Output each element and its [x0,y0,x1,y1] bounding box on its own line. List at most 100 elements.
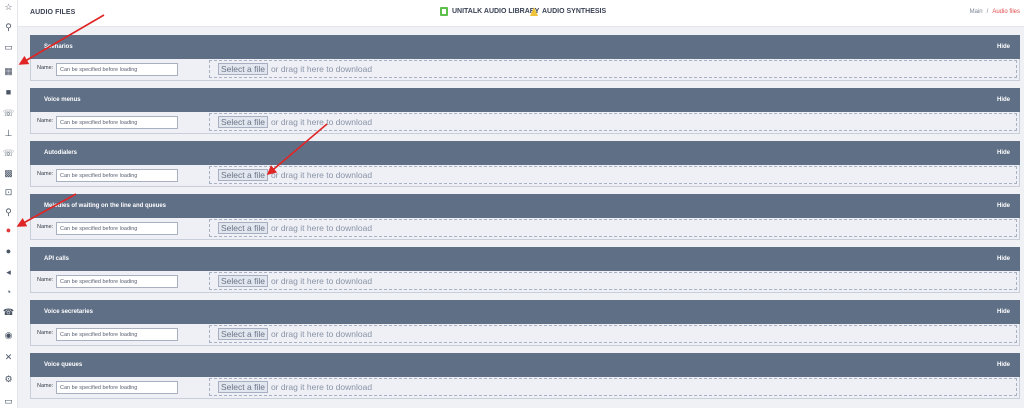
hide-button[interactable]: Hide [997,150,1010,156]
name-label: Name: [37,330,54,336]
hide-button[interactable]: Hide [997,97,1010,103]
section-api-calls: API calls Hide Name: Select a file or dr… [30,247,1020,293]
phone-forward-icon[interactable]: ☏ [3,108,14,119]
drop-text: or drag it here to download [270,329,373,339]
sidebar: ☆ ⚲ ▭ ▦ ■ ☏ ⊥ ☏ ▩ ⊡ ⚲ ● ● ◂ ◔ ☎ ◉ ✕ ⚙ ▭ [0,0,18,408]
name-label: Name: [37,171,54,177]
name-label: Name: [37,277,54,283]
upload-row: Name: Select a file or drag it here to d… [30,271,1020,293]
telephone-icon[interactable]: ☎ [3,307,14,318]
breadcrumb-separator: / [986,9,989,15]
section-title: Voice secretaries [44,309,93,315]
chat-square-icon[interactable]: ▭ [3,42,14,53]
hide-button[interactable]: Hide [997,203,1010,209]
section-header: Autodialers Hide [30,141,1020,165]
select-file-button[interactable]: Select a file [218,116,268,128]
section-autodialers: Autodialers Hide Name: Select a file or … [30,141,1020,187]
name-label: Name: [37,65,54,71]
drop-text: or drag it here to download [270,117,373,127]
window-icon[interactable]: ▭ [3,396,14,407]
section-title: Voice queues [44,362,83,368]
section-scenarios: Scenarios Hide Name: Select a file or dr… [30,35,1020,81]
unitalk-audio-library-link[interactable]: UNITALK AUDIO LIBRARY [440,7,539,16]
upload-row: Name: Select a file or drag it here to d… [30,324,1020,346]
section-header: Scenarios Hide [30,35,1020,59]
name-input[interactable] [56,169,178,182]
upload-row: Name: Select a file or drag it here to d… [30,112,1020,134]
select-file-button[interactable]: Select a file [218,222,268,234]
select-file-button[interactable]: Select a file [218,63,268,75]
breadcrumb: Main / Audio files [970,9,1020,15]
select-file-button[interactable]: Select a file [218,381,268,393]
drop-text: or drag it here to download [270,223,373,233]
tools-icon[interactable]: ✕ [3,352,14,363]
name-input[interactable] [56,275,178,288]
section-voice-menus: Voice menus Hide Name: Select a file or … [30,88,1020,134]
page-title: AUDIO FILES [30,9,76,16]
hide-button[interactable]: Hide [997,256,1010,262]
file-dropzone[interactable]: Select a file or drag it here to downloa… [209,166,1017,184]
section-header: Voice menus Hide [30,88,1020,112]
magic-wand-icon[interactable]: ⚲ [3,22,14,33]
section-voice-queues: Voice queues Hide Name: Select a file or… [30,353,1020,399]
name-input[interactable] [56,381,178,394]
contact-book-icon[interactable]: ■ [3,87,14,98]
grid-icon[interactable]: ▩ [3,168,14,179]
drop-text: or drag it here to download [270,382,373,392]
section-header: Voice queues Hide [30,353,1020,377]
upload-row: Name: Select a file or drag it here to d… [30,377,1020,399]
select-file-button[interactable]: Select a file [218,169,268,181]
upload-row: Name: Select a file or drag it here to d… [30,165,1020,187]
hide-button[interactable]: Hide [997,44,1010,50]
megaphone-icon[interactable]: ◂ [3,267,14,278]
unitalk-audio-library-label: UNITALK AUDIO LIBRARY [452,8,540,15]
upload-row: Name: Select a file or drag it here to d… [30,218,1020,240]
name-label: Name: [37,383,54,389]
phone-callback-icon[interactable]: ☏ [3,148,14,159]
chat-user-icon[interactable]: ◉ [3,330,14,341]
name-input[interactable] [56,328,178,341]
section-voice-secretaries: Voice secretaries Hide Name: Select a fi… [30,300,1020,346]
org-chart-icon[interactable]: ⊥ [3,128,14,139]
section-header: API calls Hide [30,247,1020,271]
audio-synthesis-link[interactable]: AUDIO SYNTHESIS [530,7,606,16]
section-melodies-of-waiting: Melodies of waiting on the line and queu… [30,194,1020,240]
magic-wand-icon[interactable]: ⚲ [3,207,14,218]
file-dropzone[interactable]: Select a file or drag it here to downloa… [209,113,1017,131]
section-title: Voice menus [44,97,81,103]
file-dropzone[interactable]: Select a file or drag it here to downloa… [209,60,1017,78]
section-title: Autodialers [44,150,78,156]
file-dropzone[interactable]: Select a file or drag it here to downloa… [209,378,1017,396]
select-file-button[interactable]: Select a file [218,275,268,287]
section-header: Melodies of waiting on the line and queu… [30,194,1020,218]
gears-icon[interactable]: ⚙ [3,374,14,385]
book-icon [440,7,448,16]
chat-bubble-icon[interactable]: ● [3,246,14,257]
name-label: Name: [37,224,54,230]
name-input[interactable] [56,116,178,129]
file-dropzone[interactable]: Select a file or drag it here to downloa… [209,219,1017,237]
drop-text: or drag it here to download [270,64,373,74]
synthesis-icon [530,7,538,16]
name-input[interactable] [56,63,178,76]
hide-button[interactable]: Hide [997,309,1010,315]
upload-row: Name: Select a file or drag it here to d… [30,59,1020,81]
breadcrumb-current: Audio files [992,9,1020,15]
star-icon[interactable]: ☆ [3,2,14,13]
file-dropzone[interactable]: Select a file or drag it here to downloa… [209,325,1017,343]
breadcrumb-home[interactable]: Main [970,9,983,15]
select-file-button[interactable]: Select a file [218,328,268,340]
drop-text: or drag it here to download [270,276,373,286]
name-input[interactable] [56,222,178,235]
section-title: API calls [44,256,70,262]
microphone-icon[interactable]: ● [3,225,14,236]
drop-text: or drag it here to download [270,170,373,180]
building-icon[interactable]: ▦ [3,66,14,77]
section-title: Scenarios [44,44,73,50]
hide-button[interactable]: Hide [997,362,1010,368]
clock-icon[interactable]: ◔ [3,287,14,298]
audio-synthesis-label: AUDIO SYNTHESIS [542,8,607,15]
clipboard-icon[interactable]: ⊡ [3,187,14,198]
file-dropzone[interactable]: Select a file or drag it here to downloa… [209,272,1017,290]
section-header: Voice secretaries Hide [30,300,1020,324]
